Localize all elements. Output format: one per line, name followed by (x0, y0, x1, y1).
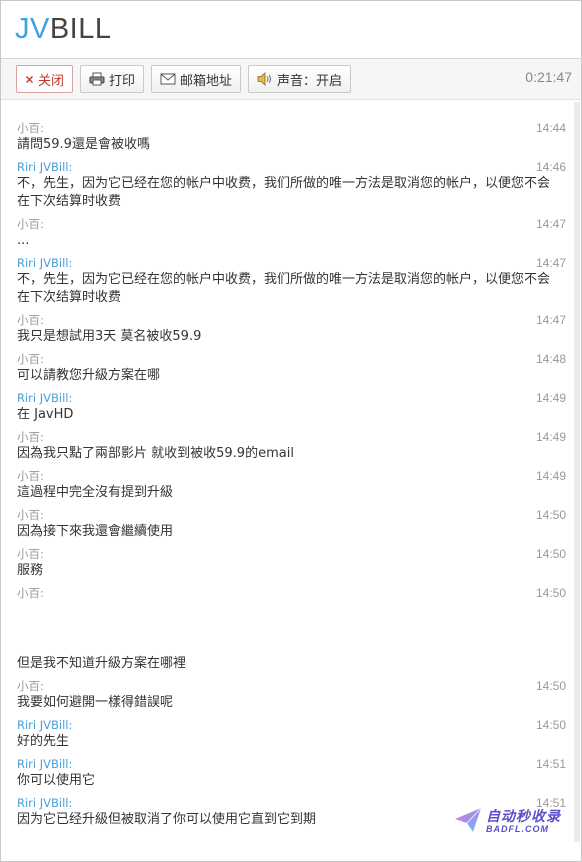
chat-message: 小百: 14:49 這過程中完全沒有提到升級 (17, 468, 566, 502)
close-label: 关闭 (38, 73, 65, 89)
paper-plane-logo-icon (453, 805, 483, 839)
message-time: 14:46 (535, 160, 566, 174)
chat-message: 小百: 14:44 請問59.9還是會被收嗎 (17, 120, 566, 154)
email-label: 邮箱地址 (180, 73, 233, 89)
toolbar: 关闭 打印 邮箱地址 声音：开启 0:21:47 (1, 59, 581, 100)
message-sender: Riri JVBill: (17, 757, 73, 771)
message-text: 請問59.9還是會被收嗎 (17, 137, 150, 152)
message-time: 14:47 (535, 256, 566, 270)
message-text: 好的先生 (17, 734, 70, 749)
message-list: 小百: 14:44 請問59.9還是會被收嗎 Riri JVBill: 14:46 不，先… (1, 102, 581, 861)
sound-toggle-button[interactable]: 声音：开启 (248, 65, 352, 93)
message-time: 14:49 (535, 430, 566, 444)
message-time: 14:49 (535, 391, 566, 405)
chat-message: Riri JVBill: 14:47 不，先生，因为它已经在您的帐户中收费，我们所做… (17, 255, 566, 307)
message-time: 14:50 (535, 547, 566, 561)
message-time: 14:47 (535, 217, 566, 231)
message-time: 14:51 (535, 757, 566, 771)
message-sender: Riri JVBill: (17, 160, 73, 174)
chat-message: 小百: 14:47... (17, 216, 566, 250)
chat-message: Riri JVBill: 14:49 在 JavHD (17, 390, 566, 424)
printer-icon (89, 72, 105, 86)
chat-message: 小百: 14:50 因為接下來我還會繼續使用 (17, 507, 566, 541)
message-text: 不，先生，因为它已经在您的帐户中收费，我们所做的唯一方法是取消您的帐户，以便您不… (17, 272, 551, 305)
message-time: 14:47 (535, 313, 566, 327)
chat-message: 小百: 14:50 我要如何避開一樣得錯誤呢 (17, 678, 566, 712)
message-time: 14:48 (535, 352, 566, 366)
email-address-button[interactable]: 邮箱地址 (151, 65, 242, 93)
message-time: 14:49 (535, 469, 566, 483)
chat-message: Riri JVBill: 14:50 好的先生 (17, 717, 566, 751)
watermark-subtitle: BADFL.COM (486, 823, 549, 834)
chat-message: Riri JVBill: 14:46 不，先生，因为它已经在您的帐户中收费，我们所做… (17, 159, 566, 211)
message-time: 14:44 (535, 121, 566, 135)
message-sender: 小百: (17, 508, 44, 522)
header: JVBILL (1, 1, 581, 59)
session-timer: 0:21:47 (525, 69, 572, 85)
chat-message: 小百: 14:48 可以請教您升級方案在哪 (17, 351, 566, 385)
watermark: 自动秒收录 BADFL.COM (453, 805, 561, 839)
chat-message: 小百: 14:50 但是我不知道升級方案在哪裡 (17, 585, 566, 673)
chat-message: 小百: 14:47 我只是想試用3天 莫名被收59.9 (17, 312, 566, 346)
message-text: 因為我只點了兩部影片 就收到被收59.9的email (17, 446, 294, 461)
message-text: 不，先生，因为它已经在您的帐户中收费，我们所做的唯一方法是取消您的帐户，以便您不… (17, 176, 551, 209)
message-text: 在 JavHD (17, 407, 74, 422)
message-sender: Riri JVBill: (17, 718, 73, 732)
close-icon (25, 75, 34, 84)
message-text: 服務 (17, 563, 44, 578)
envelope-icon (160, 73, 176, 85)
chat-message: 小百: 14:50 服務 (17, 546, 566, 580)
message-text: 我要如何避開一樣得錯誤呢 (17, 695, 174, 710)
message-text: 我只是想試用3天 莫名被收59.9 (17, 329, 202, 344)
message-sender: 小百: (17, 679, 44, 693)
chat-message: Riri JVBill: 14:51 你可以使用它 (17, 756, 566, 790)
print-label: 打印 (109, 73, 136, 89)
message-sender: 小百: (17, 217, 44, 231)
watermark-title: 自动秒收录 (486, 808, 561, 825)
message-sender: Riri JVBill: (17, 796, 73, 810)
speaker-icon (257, 72, 273, 86)
message-sender: 小百: (17, 352, 44, 366)
print-button[interactable]: 打印 (80, 65, 145, 93)
message-sender: Riri JVBill: (17, 391, 73, 405)
close-button[interactable]: 关闭 (16, 65, 74, 93)
message-sender: 小百: (17, 313, 44, 327)
message-text: ... (17, 233, 30, 248)
sound-label: 声音：开启 (277, 73, 343, 89)
message-text: 可以請教您升級方案在哪 (17, 368, 161, 383)
message-sender: 小百: (17, 469, 44, 483)
message-sender: 小百: (17, 121, 44, 135)
message-sender: 小百: (17, 430, 44, 444)
message-time: 14:50 (535, 508, 566, 522)
scrollbar[interactable] (574, 102, 580, 842)
message-time: 14:50 (535, 718, 566, 732)
message-sender: Riri JVBill: (17, 256, 73, 270)
message-sender: 小百: (17, 547, 44, 561)
message-time: 14:50 (535, 679, 566, 693)
message-text: 你可以使用它 (17, 773, 96, 788)
chat-message: 小百: 14:49 因為我只點了兩部影片 就收到被收59.9的email (17, 429, 566, 463)
message-time: 14:50 (535, 586, 566, 600)
chat-transcript-window: JVBILL 关闭 打印 邮箱地址 声音：开启 0:21:47 小百: 14:4… (0, 0, 582, 862)
message-text: 但是我不知道升級方案在哪裡 (17, 656, 187, 671)
message-text: 因為接下來我還會繼續使用 (17, 524, 174, 539)
jvbill-logo: JVBILL (15, 13, 112, 45)
message-sender: 小百: (17, 586, 44, 600)
message-text: 這過程中完全沒有提到升級 (17, 485, 174, 500)
